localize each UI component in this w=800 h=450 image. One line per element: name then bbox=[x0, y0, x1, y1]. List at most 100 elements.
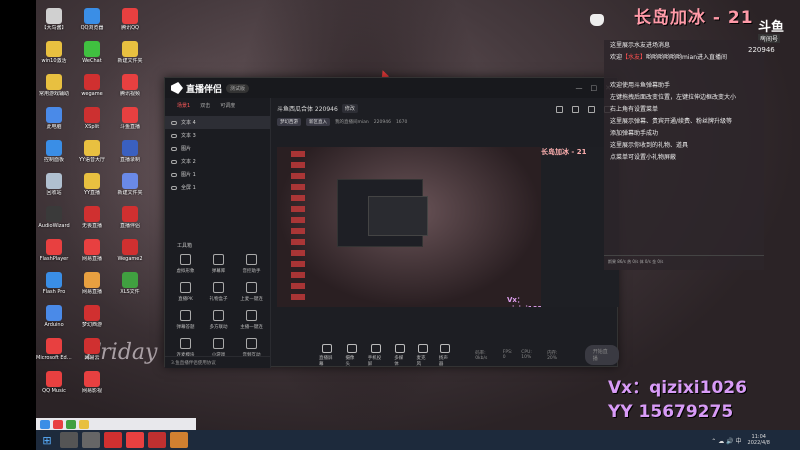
category-tag[interactable]: 梦幻西游 bbox=[277, 118, 301, 126]
tool-item[interactable]: 主播一键连 bbox=[235, 310, 268, 338]
app-icon bbox=[46, 8, 62, 24]
taskbar-taskview-icon[interactable] bbox=[82, 432, 100, 448]
desktop-icon-label: YY语音大厅 bbox=[78, 157, 106, 163]
app-titlebar[interactable]: 直播伴侣 测试版 — □ ✕ bbox=[165, 78, 617, 98]
desktop-icon[interactable]: 梦幻西游 bbox=[74, 305, 110, 338]
desktop-icon[interactable]: QQ Music bbox=[36, 371, 72, 404]
app-icon[interactable] bbox=[79, 419, 89, 429]
tool-item[interactable]: 上麦一键连 bbox=[235, 282, 268, 310]
desktop-icon[interactable]: Flash Pro bbox=[36, 272, 72, 305]
minimize-icon[interactable]: — bbox=[576, 84, 583, 92]
taskbar-app-icon[interactable] bbox=[148, 432, 166, 448]
chat-text: 哟哟哟哟哟哟mian进入直播间 bbox=[646, 54, 728, 61]
scene-row[interactable]: 图片 bbox=[165, 142, 270, 155]
tool-item[interactable]: 弹幕答题 bbox=[169, 310, 202, 338]
app-icon[interactable] bbox=[40, 419, 50, 429]
taskbar-app-icon[interactable] bbox=[126, 432, 144, 448]
desktop-icon[interactable]: XLS文件 bbox=[112, 272, 148, 305]
app-icon bbox=[84, 140, 100, 156]
tool-item[interactable]: 弹幕库 bbox=[202, 254, 235, 282]
room-number: 220946 bbox=[748, 46, 775, 54]
desktop-icon[interactable]: 网易云 bbox=[74, 338, 110, 371]
tab-adjust[interactable]: 可调度 bbox=[220, 102, 235, 109]
tool-item[interactable]: 虚拟形象 bbox=[169, 254, 202, 282]
control-speaker[interactable]: 扬声器 bbox=[439, 343, 451, 367]
windows-start-icon[interactable]: ⊞ bbox=[36, 430, 58, 450]
desktop-icon[interactable]: 新建文件夹 bbox=[112, 173, 148, 206]
desktop-icon[interactable]: 常用游戏辅助 bbox=[36, 74, 72, 107]
eye-icon[interactable] bbox=[171, 185, 177, 190]
desktop-icon[interactable]: WeChat bbox=[74, 41, 110, 74]
desktop-icon[interactable]: 直播录制 bbox=[112, 140, 148, 173]
tool-item[interactable]: 音控助手 bbox=[235, 254, 268, 282]
desktop-icon[interactable]: wegame bbox=[74, 74, 110, 107]
share-icon[interactable] bbox=[556, 106, 563, 113]
clock[interactable]: 11:04 2022/4/8 bbox=[748, 434, 770, 446]
desktop-icon[interactable]: 斗鱼直播 bbox=[112, 107, 148, 140]
desktop-icon[interactable]: AudioWizard bbox=[36, 206, 72, 239]
desktop-icon[interactable]: 无畏直播 bbox=[74, 206, 110, 239]
control-media[interactable]: 多媒体 bbox=[394, 343, 406, 367]
control-screen[interactable]: 直播屏幕 bbox=[319, 343, 335, 367]
control-phone[interactable]: 手机投屏 bbox=[368, 343, 384, 367]
desktop-icon-label: AudioWizard bbox=[38, 223, 70, 229]
start-live-button[interactable]: 开始直播 bbox=[584, 345, 619, 365]
desktop-icon[interactable]: win10激活 bbox=[36, 41, 72, 74]
scene-row[interactable]: 全屏 1 bbox=[165, 181, 270, 194]
control-mic[interactable]: 麦克风 bbox=[417, 343, 429, 367]
scene-row[interactable]: 图片 1 bbox=[165, 168, 270, 181]
desktop-icon[interactable]: Microsoft Edge bbox=[36, 338, 72, 371]
desktop-icon[interactable] bbox=[112, 371, 148, 404]
eye-icon[interactable] bbox=[171, 172, 177, 177]
taskbar-app-icon[interactable] bbox=[170, 432, 188, 448]
desktop-icon[interactable]: 此电脑 bbox=[36, 107, 72, 140]
tool-item[interactable]: 直播PK bbox=[169, 282, 202, 310]
control-camera[interactable]: 摄像头 bbox=[345, 343, 357, 367]
desktop-icon[interactable]: 网易直播 bbox=[74, 239, 110, 272]
sidebar-footer[interactable]: 3.鱼直播伴侣使用协议 bbox=[165, 356, 271, 368]
desktop-icon[interactable]: 直播伴侣 bbox=[112, 206, 148, 239]
eye-icon[interactable] bbox=[171, 133, 177, 138]
app-icon[interactable] bbox=[66, 419, 76, 429]
eye-icon[interactable] bbox=[171, 146, 177, 151]
modify-button[interactable]: 修改 bbox=[341, 103, 358, 113]
desktop-icon[interactable]: 回收站 bbox=[36, 173, 72, 206]
desktop-icon[interactable]: 【大鸟酱】 bbox=[36, 8, 72, 41]
app-icon[interactable] bbox=[53, 419, 63, 429]
desktop-icon[interactable]: 网易直播 bbox=[74, 272, 110, 305]
desktop-icon[interactable]: Arduino bbox=[36, 305, 72, 338]
desktop-icon[interactable]: 网易影视 bbox=[74, 371, 110, 404]
desktop-icon[interactable]: YY语音大厅 bbox=[74, 140, 110, 173]
taskbar-app-icon[interactable] bbox=[104, 432, 122, 448]
desktop-icon[interactable]: Wegame2 bbox=[112, 239, 148, 272]
scene-row[interactable]: 文本 4 bbox=[165, 116, 270, 129]
stream-preview[interactable]: Vx：qizixi1026 YY 15679275 bbox=[277, 147, 541, 307]
eye-icon[interactable] bbox=[171, 159, 177, 164]
desktop-icon[interactable]: 腾讯视频 bbox=[112, 74, 148, 107]
eye-icon[interactable] bbox=[171, 120, 177, 125]
region-tag[interactable]: 新区直入 bbox=[306, 118, 330, 126]
scene-row[interactable]: 文本 3 bbox=[165, 129, 270, 142]
version-badge[interactable]: 测试版 bbox=[226, 83, 250, 93]
stat-cpu: CPU: 10% bbox=[521, 349, 532, 360]
desktop-icon[interactable]: 新建文件夹 bbox=[112, 41, 148, 74]
desktop-icon[interactable] bbox=[112, 338, 148, 371]
taskbar-search-icon[interactable] bbox=[60, 432, 78, 448]
desktop-icon[interactable]: QQ浏览器 bbox=[74, 8, 110, 41]
desktop-icon[interactable]: 控制面板 bbox=[36, 140, 72, 173]
desktop-icon[interactable]: XSplit bbox=[74, 107, 110, 140]
chat-panel[interactable]: 这里展示水友进场消息 欢迎【水友】哟哟哟哟哟哟mian进入直播间 欢迎使用斗鱼弹幕助… bbox=[604, 40, 764, 270]
scene-row[interactable]: 文本 2 bbox=[165, 155, 270, 168]
maximize-icon[interactable]: □ bbox=[591, 84, 598, 92]
settings-icon[interactable] bbox=[588, 106, 595, 113]
tray-icons[interactable]: ⌃ ☁ 🔊 中 bbox=[711, 436, 741, 445]
tool-item[interactable]: 礼物盒子 bbox=[202, 282, 235, 310]
tab-double[interactable]: 双击 bbox=[200, 102, 210, 109]
tab-scene1[interactable]: 场景1 bbox=[177, 102, 190, 109]
lock-icon[interactable] bbox=[572, 106, 579, 113]
tool-item[interactable]: 多方联动 bbox=[202, 310, 235, 338]
desktop-icon[interactable] bbox=[112, 305, 148, 338]
desktop-icon[interactable]: FlashPlayer bbox=[36, 239, 72, 272]
desktop-icon[interactable]: 腾讯QQ bbox=[112, 8, 148, 41]
desktop-icon[interactable]: YY直播 bbox=[74, 173, 110, 206]
